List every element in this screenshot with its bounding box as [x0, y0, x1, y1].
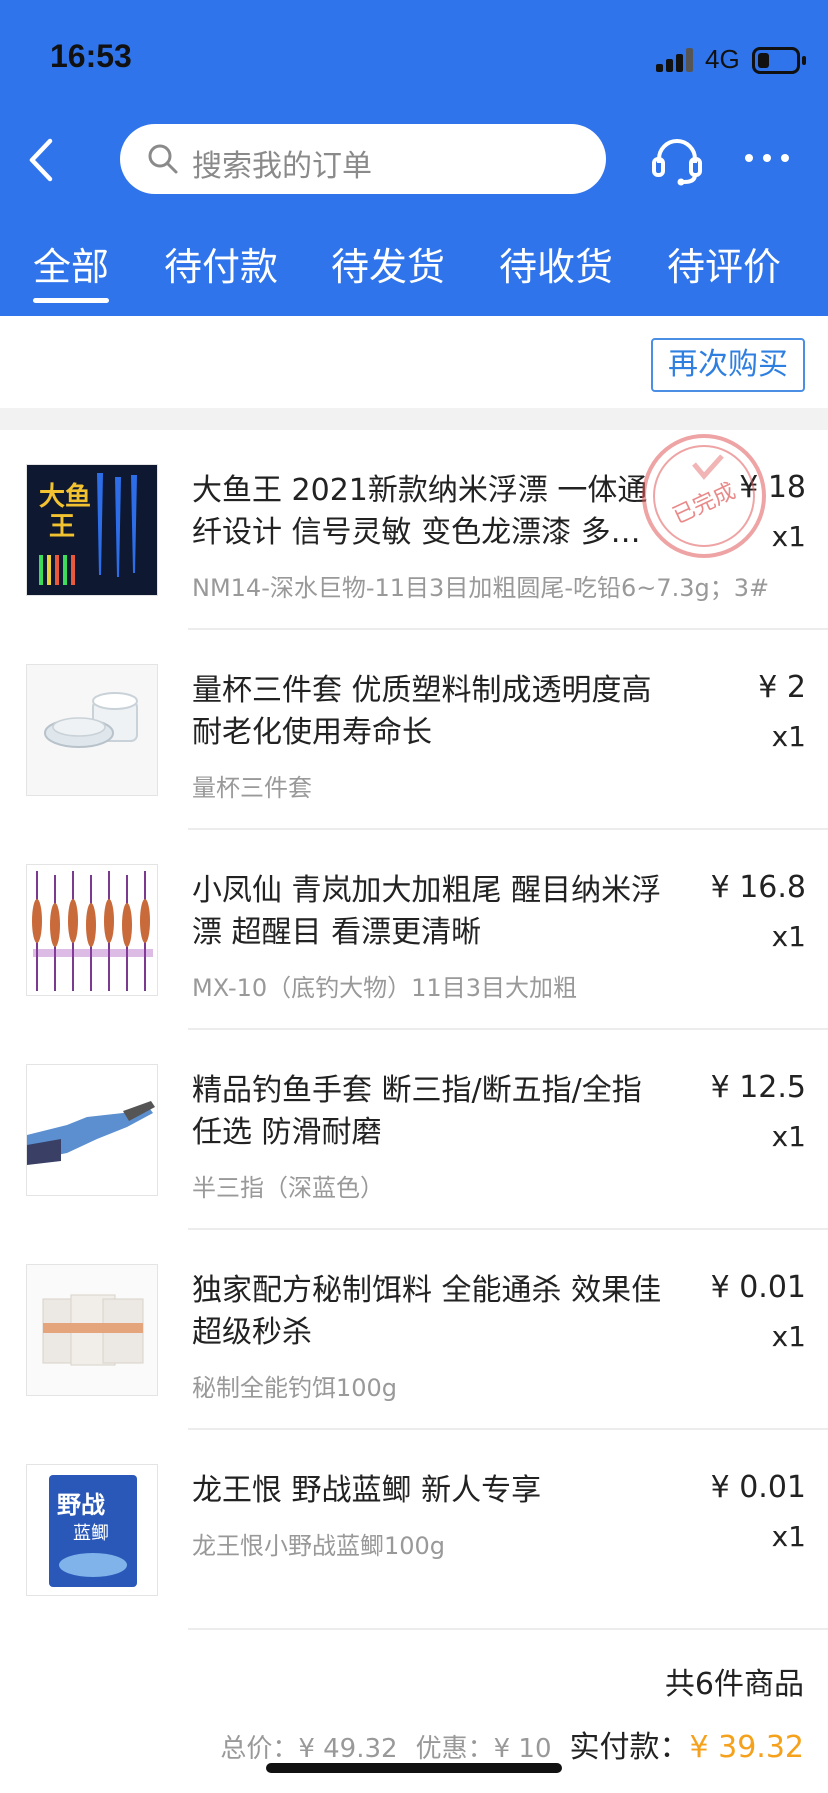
total-value: ¥ 49.32	[298, 1734, 398, 1764]
order-summary: 总价：¥ 49.32 优惠：¥ 10 实付款：¥ 39.32	[220, 1722, 804, 1766]
order-item[interactable]: 独家配方秘制饵料 全能通杀 效果佳 超级秒杀 ¥ 0.01 x1 秘制全能钓饵1…	[0, 1230, 828, 1430]
tab-pending-payment[interactable]: 待付款	[164, 236, 278, 291]
order-item[interactable]: 小凤仙 青岚加大加粗尾 醒目纳米浮漂 超醒目 看漂更清晰 ¥ 16.8 x1 M…	[0, 830, 828, 1030]
order-item[interactable]: 精品钓鱼手套 断三指/断五指/全指任选 防滑耐磨 ¥ 12.5 x1 半三指（深…	[0, 1030, 828, 1230]
product-quantity: x1	[771, 1320, 806, 1353]
product-price: ¥ 2	[758, 670, 806, 705]
product-image: 大鱼 王	[26, 464, 158, 596]
svg-text:野战: 野战	[57, 1491, 105, 1519]
battery-icon	[752, 47, 806, 74]
search-placeholder: 搜索我的订单	[192, 149, 372, 184]
svg-text:王: 王	[49, 512, 75, 542]
completed-stamp-label: 已完成	[669, 479, 739, 530]
header-bar: 16:53 4G 搜索我的订单 全部 待付款 待发货 待收货 待评价	[0, 0, 828, 316]
home-indicator	[266, 1763, 562, 1773]
order-item[interactable]: 量杯三件套 优质塑料制成透明度高 耐老化使用寿命长 ¥ 2 x1 量杯三件套	[0, 630, 828, 830]
signal-icon	[656, 48, 694, 72]
product-sku: 龙王恨小野战蓝鲫100g	[192, 1532, 446, 1560]
product-image	[26, 1264, 158, 1396]
more-icon[interactable]	[745, 150, 789, 166]
product-quantity: x1	[771, 520, 806, 553]
product-image: 野战 蓝鲫	[26, 1464, 158, 1596]
product-sku: NM14-深水巨物-11目3目加粗圆尾-吃铅6~7.3g；3#	[192, 574, 770, 602]
product-quantity: x1	[771, 1120, 806, 1153]
product-sku: 量杯三件套	[192, 774, 312, 802]
svg-text:蓝鲫: 蓝鲫	[73, 1523, 109, 1544]
product-quantity: x1	[771, 920, 806, 953]
search-input[interactable]: 搜索我的订单	[120, 124, 606, 194]
tab-pending-shipment[interactable]: 待发货	[331, 236, 445, 291]
rebuy-button[interactable]: 再次购买	[651, 338, 805, 392]
item-count: 共6件商品	[664, 1667, 804, 1702]
product-sku: 半三指（深蓝色）	[192, 1174, 384, 1202]
product-price: ¥ 12.5	[710, 1070, 806, 1105]
tab-pending-review[interactable]: 待评价	[667, 236, 781, 291]
product-image	[26, 664, 158, 796]
product-title: 量杯三件套 优质塑料制成透明度高 耐老化使用寿命长	[192, 673, 652, 750]
section-divider	[0, 408, 828, 430]
tab-all[interactable]: 全部	[33, 236, 109, 291]
product-title: 小凤仙 青岚加大加粗尾 醒目纳米浮漂 超醒目 看漂更清晰	[192, 873, 662, 950]
svg-text:大鱼: 大鱼	[39, 482, 91, 512]
back-icon[interactable]	[22, 135, 62, 185]
headset-icon[interactable]	[650, 135, 704, 187]
product-title: 龙王恨 野战蓝鲫 新人专享	[192, 1473, 542, 1508]
product-image	[26, 864, 158, 996]
order-tabs: 全部 待付款 待发货 待收货 待评价	[0, 236, 828, 300]
discount-label: 优惠：	[415, 1734, 494, 1764]
completed-stamp: 已完成	[642, 434, 766, 558]
product-image	[26, 1064, 158, 1196]
product-price: ¥ 0.01	[710, 1270, 806, 1305]
tab-pending-receipt[interactable]: 待收货	[499, 236, 613, 291]
product-sku: 秘制全能钓饵100g	[192, 1374, 398, 1402]
network-label: 4G	[705, 44, 740, 74]
search-icon	[148, 144, 178, 174]
product-quantity: x1	[771, 720, 806, 753]
status-time: 16:53	[50, 38, 132, 74]
product-title: 精品钓鱼手套 断三指/断五指/全指任选 防滑耐磨	[192, 1073, 642, 1150]
product-price: ¥ 0.01	[710, 1470, 806, 1505]
discount-value: ¥ 10	[493, 1734, 552, 1764]
product-title: 大鱼王 2021新款纳米浮漂 一体通纤设计 信号灵敏 变色龙漂漆 多…	[192, 473, 648, 550]
item-divider	[188, 1628, 828, 1630]
product-title: 独家配方秘制饵料 全能通杀 效果佳 超级秒杀	[192, 1273, 662, 1350]
product-sku: MX-10（底钓大物）11目3目大加粗	[192, 974, 577, 1002]
active-tab-indicator	[33, 298, 109, 303]
paid-label: 实付款：	[569, 1730, 690, 1765]
paid-value: ¥ 39.32	[689, 1730, 804, 1765]
order-item[interactable]: 野战 蓝鲫 龙王恨 野战蓝鲫 新人专享 ¥ 0.01 x1 龙王恨小野战蓝鲫10…	[0, 1430, 828, 1630]
total-label: 总价：	[220, 1734, 299, 1764]
product-price: ¥ 16.8	[710, 870, 806, 905]
